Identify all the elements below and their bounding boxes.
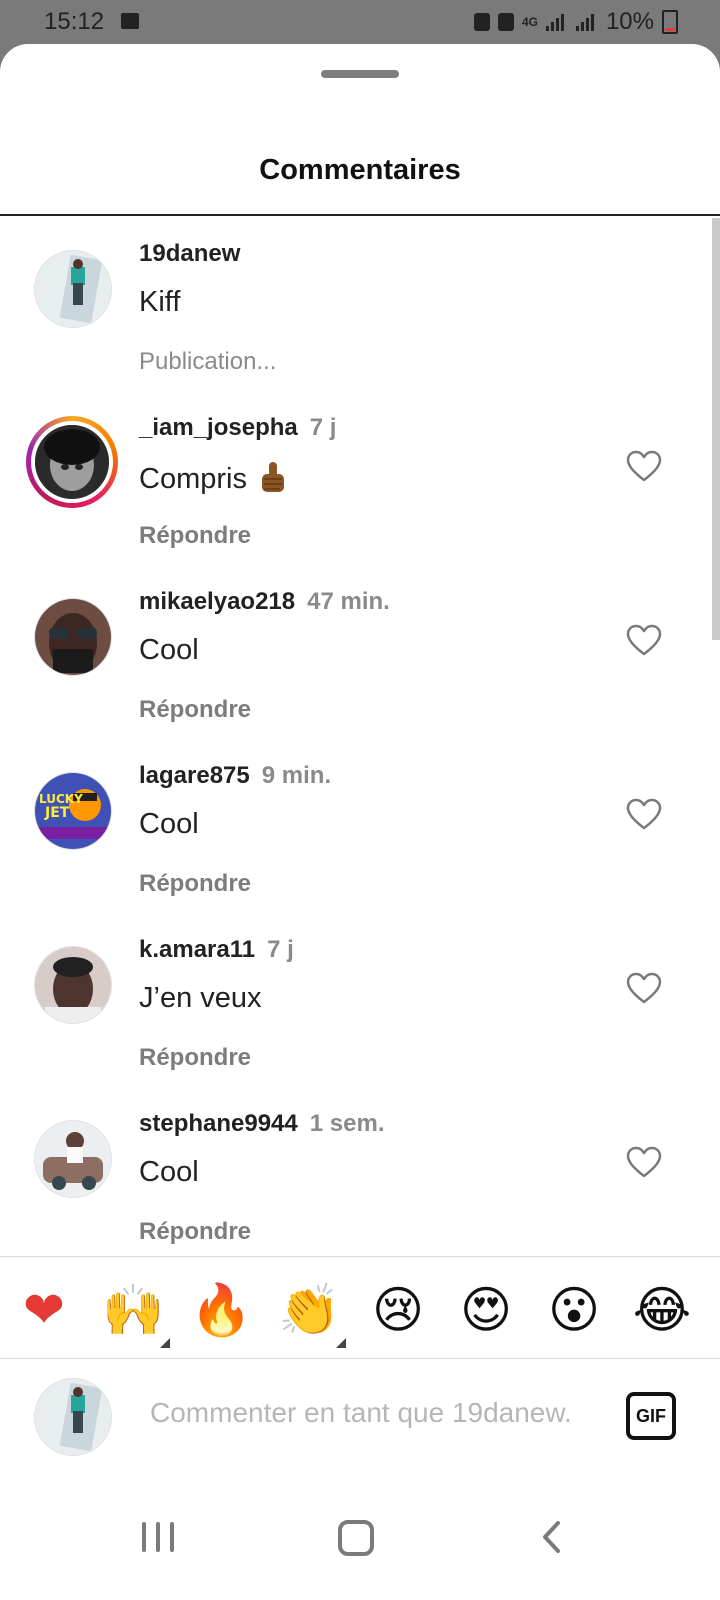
comment-time: 9 min. xyxy=(261,762,332,789)
clapping-hands-icon[interactable]: 👏 xyxy=(278,1280,340,1340)
comment-item: stephane9944 1 sem. Cool Répondre xyxy=(0,1088,720,1262)
current-user-avatar[interactable] xyxy=(34,1378,112,1456)
comment-item: LUCKY JET lagare875 9 min. Cool Répondre xyxy=(0,740,720,914)
comment-text: Compris xyxy=(139,460,287,496)
status-time: 15:12 xyxy=(44,8,105,35)
comment-input[interactable] xyxy=(150,1390,600,1436)
reply-button[interactable]: Répondre xyxy=(139,696,251,724)
comment-time: 7 j xyxy=(309,414,337,441)
comment-username[interactable]: _iam_josepha 7 j xyxy=(139,414,336,442)
comment-username[interactable]: stephane9944 1 sem. xyxy=(139,1110,384,1138)
sync-icon xyxy=(473,13,490,31)
comment-item: mikaelyao218 47 min. Cool Répondre xyxy=(0,566,720,740)
username-text[interactable]: lagare875 xyxy=(139,762,250,789)
battery-icon xyxy=(662,10,678,34)
divider xyxy=(0,1256,720,1257)
mute-icon xyxy=(497,13,514,31)
avatar[interactable] xyxy=(34,946,112,1024)
comment-text: Cool xyxy=(139,808,199,840)
comments-sheet: Commentaires 19danew Kiff Publication...… xyxy=(0,44,720,1600)
recents-button[interactable] xyxy=(142,1522,174,1552)
comment-username[interactable]: 19danew xyxy=(139,240,240,268)
username-text[interactable]: _iam_josepha xyxy=(139,414,298,441)
variants-indicator[interactable] xyxy=(336,1338,346,1348)
thumbs-up-icon xyxy=(262,462,285,492)
avatar xyxy=(35,425,109,499)
avatar[interactable] xyxy=(34,1120,112,1198)
comment-username[interactable]: mikaelyao218 47 min. xyxy=(139,588,390,616)
divider xyxy=(0,214,720,216)
raised-hands-icon[interactable]: 🙌 xyxy=(102,1280,164,1340)
like-heart-icon[interactable] xyxy=(626,1146,662,1178)
publishing-status: Publication... xyxy=(139,348,277,375)
username-text[interactable]: stephane9944 xyxy=(139,1110,298,1137)
reply-button[interactable]: Répondre xyxy=(139,522,251,550)
image-notification-icon xyxy=(121,13,139,29)
avatar[interactable]: LUCKY JET xyxy=(34,772,112,850)
reply-button[interactable]: Répondre xyxy=(139,1044,251,1072)
like-heart-icon[interactable] xyxy=(626,450,662,482)
story-ring-avatar[interactable] xyxy=(26,416,118,508)
comment-text-content: Compris xyxy=(139,463,247,495)
surprised-face-icon[interactable]: 😮 xyxy=(544,1280,604,1340)
comment-list: 19danew Kiff Publication... _iam_josepha… xyxy=(0,218,720,1262)
red-heart-icon[interactable]: ❤ xyxy=(14,1280,74,1340)
comment-composer: GIF xyxy=(0,1360,720,1470)
comment-username[interactable]: k.amara11 7 j xyxy=(139,936,294,964)
comment-text: Cool xyxy=(139,634,199,666)
home-button[interactable] xyxy=(338,1520,374,1556)
comment-item: k.amara11 7 j J’en veux Répondre xyxy=(0,914,720,1088)
like-heart-icon[interactable] xyxy=(626,798,662,830)
back-icon[interactable] xyxy=(540,1520,562,1554)
quick-reaction-bar: ❤ 🙌 🔥 👏 😢 😍 😮 😂 xyxy=(0,1272,720,1362)
comment-text: Kiff xyxy=(139,286,181,318)
comment-time: 1 sem. xyxy=(309,1110,385,1137)
heart-eyes-icon[interactable]: 😍 xyxy=(456,1280,516,1340)
divider xyxy=(0,1358,720,1359)
network-type: 4G xyxy=(521,15,538,29)
crying-face-icon[interactable]: 😢 xyxy=(368,1280,428,1340)
comment-item: _iam_josepha 7 j Compris Répondre xyxy=(0,392,720,566)
username-text[interactable]: 19danew xyxy=(139,240,240,267)
variants-indicator[interactable] xyxy=(160,1338,170,1348)
username-text[interactable]: k.amara11 xyxy=(139,936,255,963)
signal-icon xyxy=(575,13,598,31)
comment-item: 19danew Kiff Publication... xyxy=(0,218,720,392)
signal-icon xyxy=(545,13,568,31)
tears-of-joy-icon[interactable]: 😂 xyxy=(632,1280,692,1340)
reply-button[interactable]: Répondre xyxy=(139,870,251,898)
comment-text: J’en veux xyxy=(139,982,262,1014)
drag-handle[interactable] xyxy=(321,70,399,78)
avatar[interactable] xyxy=(34,598,112,676)
status-bar: 15:12 4G 10% xyxy=(0,0,720,46)
svg-text:LUCKY: LUCKY xyxy=(39,792,83,806)
comment-username[interactable]: lagare875 9 min. xyxy=(139,762,331,790)
username-text[interactable]: mikaelyao218 xyxy=(139,588,295,615)
gif-button[interactable]: GIF xyxy=(626,1392,676,1440)
like-heart-icon[interactable] xyxy=(626,624,662,656)
avatar[interactable] xyxy=(34,250,112,328)
page-title: Commentaires xyxy=(259,154,461,186)
svg-text:JET: JET xyxy=(44,805,70,821)
system-nav-bar xyxy=(0,1482,720,1600)
comment-time: 47 min. xyxy=(307,588,390,615)
reply-button[interactable]: Répondre xyxy=(139,1218,251,1246)
comment-text: Cool xyxy=(139,1156,199,1188)
like-heart-icon[interactable] xyxy=(626,972,662,1004)
fire-icon[interactable]: 🔥 xyxy=(190,1280,252,1340)
status-indicators: 4G 10% xyxy=(473,8,678,36)
comment-time: 7 j xyxy=(267,936,294,963)
battery-percent: 10% xyxy=(605,8,654,35)
